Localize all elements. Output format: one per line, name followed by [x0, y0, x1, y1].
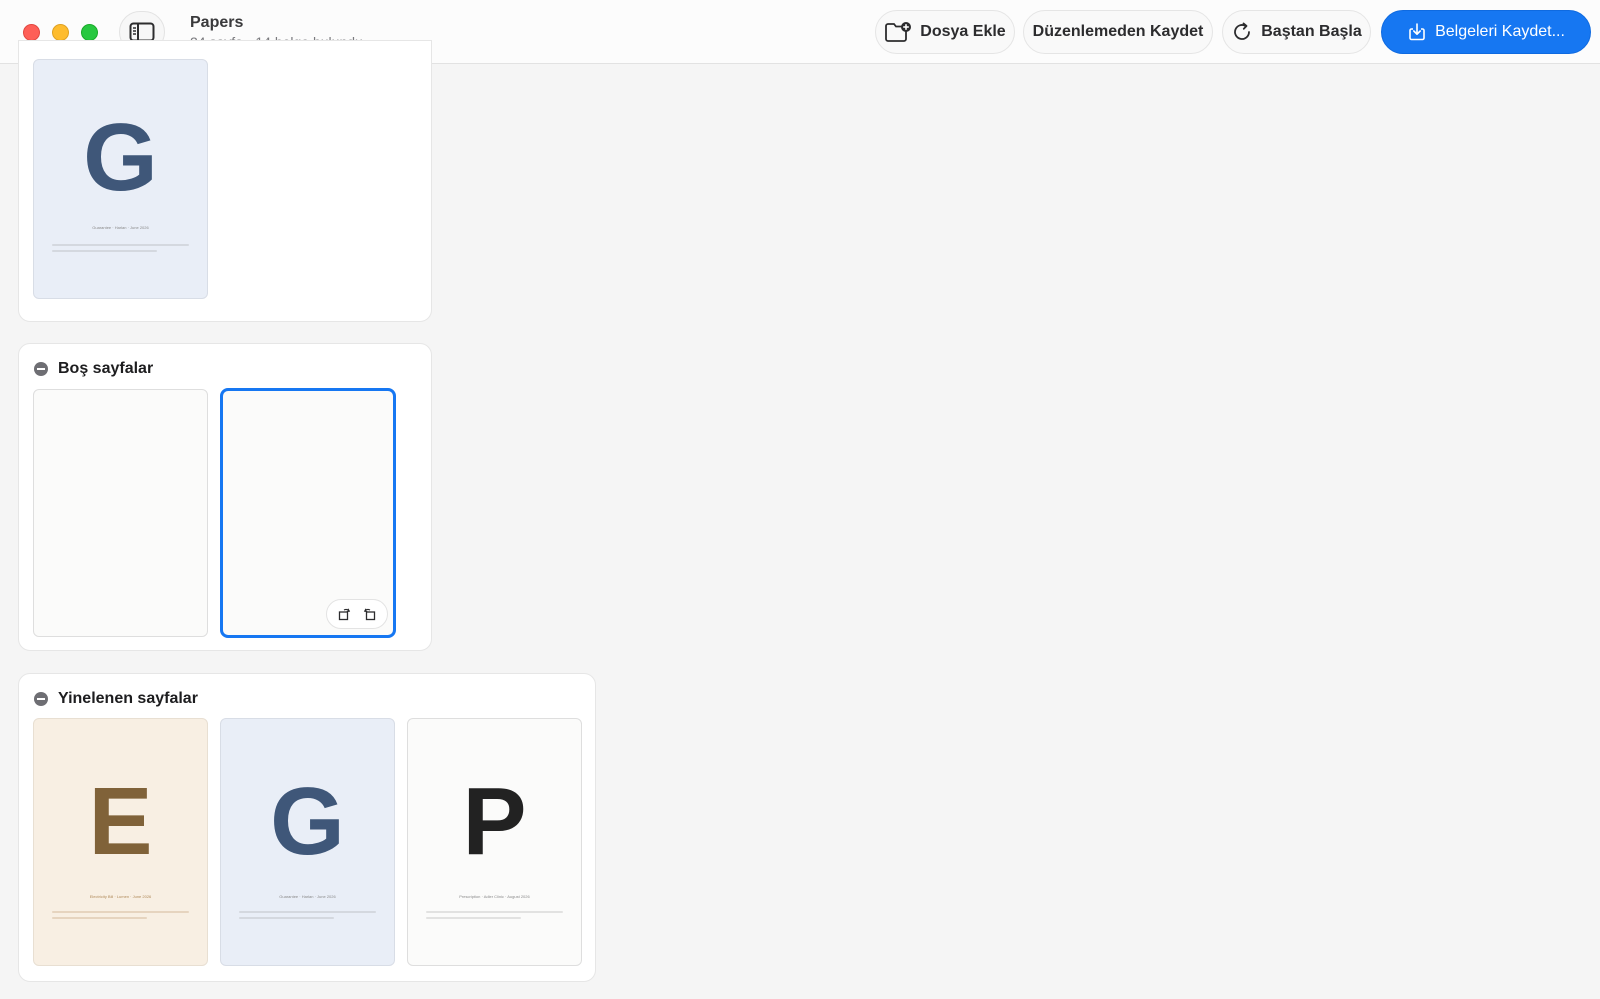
page-letter: E	[88, 768, 153, 875]
page-thumbnail[interactable]: G Guarantee · Harlan · June 2026	[220, 718, 395, 966]
app-title: Papers	[190, 14, 244, 31]
save-without-editing-label: Düzenlemeden Kaydet	[1032, 23, 1204, 40]
page-letter: G	[270, 768, 345, 875]
page-thumbnail[interactable]	[33, 389, 208, 637]
page-text-line	[52, 917, 147, 919]
add-files-button[interactable]: Dosya Ekle	[875, 10, 1015, 54]
folder-plus-icon	[885, 22, 912, 42]
rotate-left-icon[interactable]	[338, 607, 352, 621]
page-letter: P	[462, 768, 527, 875]
page-caption: Prescription · Adler Clinic · August 202…	[459, 894, 530, 899]
page-text-line	[52, 250, 157, 252]
page-caption: Guarantee · Harlan · June 2026	[279, 894, 336, 899]
page-text-line	[52, 244, 189, 246]
minimize-window-button[interactable]	[52, 24, 69, 41]
group-title: Yinelenen sayfalar	[58, 690, 198, 707]
blank-pages-group: Boş sayfalar	[18, 343, 432, 651]
add-files-label: Dosya Ekle	[920, 23, 1006, 40]
page-letter: G	[83, 104, 158, 211]
start-over-label: Baştan Başla	[1261, 23, 1362, 40]
page-text-line	[426, 911, 563, 913]
duplicate-pages-group: Yinelenen sayfalar E Electricity Bill · …	[18, 673, 596, 982]
download-icon	[1409, 23, 1425, 41]
sidebar-icon	[129, 22, 155, 42]
page-text-line	[239, 911, 376, 913]
page-caption: Electricity Bill · Lumen · June 2026	[89, 894, 152, 899]
zoom-window-button[interactable]	[81, 24, 98, 41]
minus-circle-icon[interactable]	[34, 692, 48, 706]
group-title: Boş sayfalar	[58, 360, 154, 377]
group-header[interactable]: Boş sayfalar	[34, 360, 153, 378]
page-text-line	[52, 911, 189, 913]
save-documents-button[interactable]: Belgeleri Kaydet...	[1381, 10, 1591, 54]
page-thumbnail-selected[interactable]	[220, 388, 396, 638]
save-documents-label: Belgeleri Kaydet...	[1435, 23, 1565, 40]
page-text-line	[239, 917, 334, 919]
group-header[interactable]: Yinelenen sayfalar	[34, 690, 198, 708]
page-thumbnail[interactable]: G Guarantee · Harlan · June 2026	[33, 59, 208, 299]
close-window-button[interactable]	[23, 24, 40, 41]
rotate-controls	[326, 599, 388, 629]
page-caption: Guarantee · Harlan · June 2026	[92, 225, 149, 230]
rotate-right-icon[interactable]	[362, 607, 376, 621]
page-thumbnail[interactable]: P Prescription · Adler Clinic · August 2…	[407, 718, 582, 966]
rotate-cw-icon	[1234, 22, 1251, 40]
app-window: Papers 24 sayfa · 14 belge bulundu Dosya…	[0, 0, 1600, 999]
save-without-editing-button[interactable]: Düzenlemeden Kaydet	[1023, 10, 1213, 54]
page-text-line	[426, 917, 521, 919]
start-over-button[interactable]: Baştan Başla	[1222, 10, 1371, 54]
page-thumbnail[interactable]: E Electricity Bill · Lumen · June 2026	[33, 718, 208, 966]
page-group-card: G Guarantee · Harlan · June 2026	[18, 40, 432, 322]
minus-circle-icon[interactable]	[34, 362, 48, 376]
